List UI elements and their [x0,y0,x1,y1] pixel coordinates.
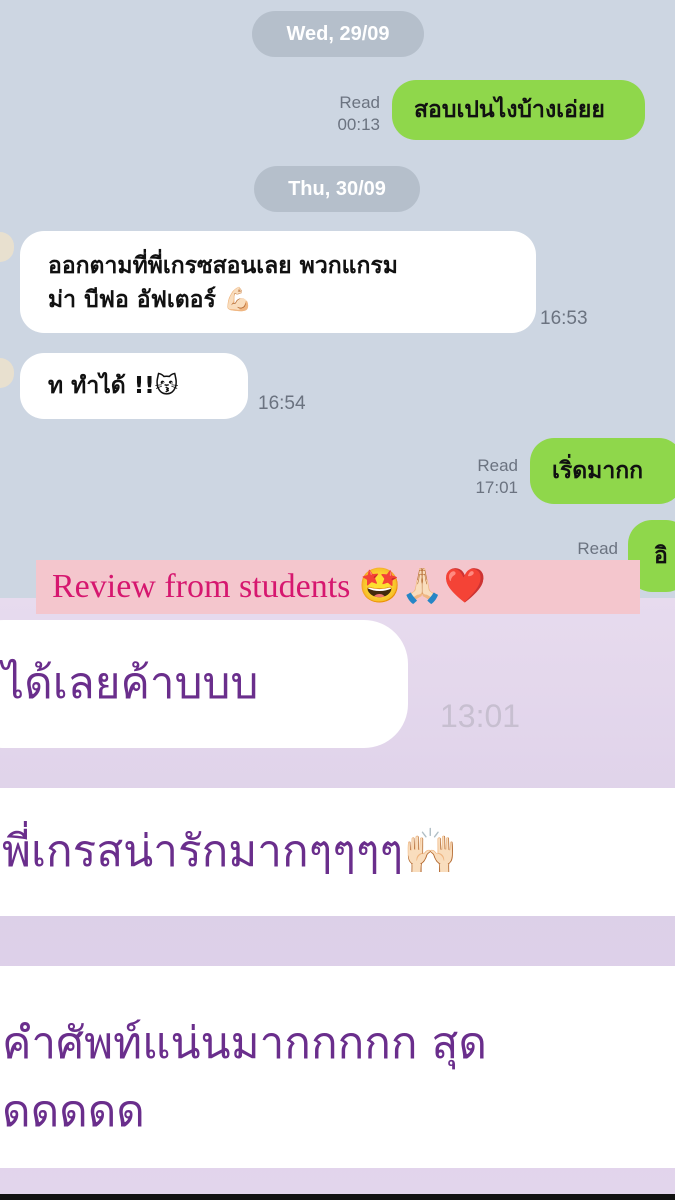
message-text: อิ [654,543,668,569]
message-text-line: ม่า บีฟอ อัฟเตอร์ 💪🏻 [48,287,253,313]
sent-message-bubble[interactable]: เริ่ดมากก [530,438,675,504]
date-divider: Wed, 29/09 [252,11,424,57]
message-text: ได้เลยค้าบบบ [2,658,259,709]
caption-banner: Review from students 🤩🙏🏻❤️ [36,560,640,614]
message-text-line: คำศัพท์แน่นมากกกกก สุด [2,1018,487,1069]
read-status: Read [477,456,518,475]
avatar[interactable] [0,358,14,388]
chat-screenshot-bottom: ได้เลยค้าบบบ 13:01 พี่เกรสน่ารักมากๆๆๆๆ🙌… [0,598,675,1194]
avatar[interactable] [0,232,14,262]
caption-text: Review from students 🤩🙏🏻❤️ [52,568,486,605]
received-message-bubble[interactable]: ได้เลยค้าบบบ [0,620,408,748]
received-message-bubble[interactable]: คำศัพท์แน่นมากกกกก สุด ดดดดด [0,966,675,1168]
message-time: 16:54 [258,393,306,414]
message-time: 00:13 [337,115,380,134]
received-message-bubble[interactable]: ท ทำได้ !!😽 [20,353,248,419]
chat-screenshot-top: Wed, 29/09 Read 00:13 สอบเปนไงบ้างเอ่ยย … [0,0,675,600]
message-text: พี่เกรสน่ารักมากๆๆๆๆ🙌🏻 [2,826,458,877]
message-time: 16:53 [540,308,588,329]
read-status: Read [339,93,380,112]
read-status: Read [577,539,618,558]
message-time: 13:01 [440,698,521,734]
sent-message-bubble[interactable]: สอบเปนไงบ้างเอ่ยย [392,80,645,140]
bottom-edge [0,1194,675,1200]
received-message-bubble[interactable]: พี่เกรสน่ารักมากๆๆๆๆ🙌🏻 [0,788,675,916]
message-text: เริ่ดมากก [552,458,644,484]
message-meta: Read 00:13 [300,92,380,136]
received-message-bubble[interactable]: ออกตามที่พี่เกรซสอนเลย พวกแกรม ม่า บีฟอ … [20,231,536,333]
message-text-line: ดดดดด [2,1086,145,1137]
message-time: 17:01 [475,478,518,497]
message-meta: Read 17:01 [440,455,518,499]
message-text-line: ออกตามที่พี่เกรซสอนเลย พวกแกรม [48,253,398,279]
date-divider: Thu, 30/09 [254,166,420,212]
message-text: สอบเปนไงบ้างเอ่ยย [414,97,605,123]
message-text: ท ทำได้ !!😽 [48,373,179,399]
